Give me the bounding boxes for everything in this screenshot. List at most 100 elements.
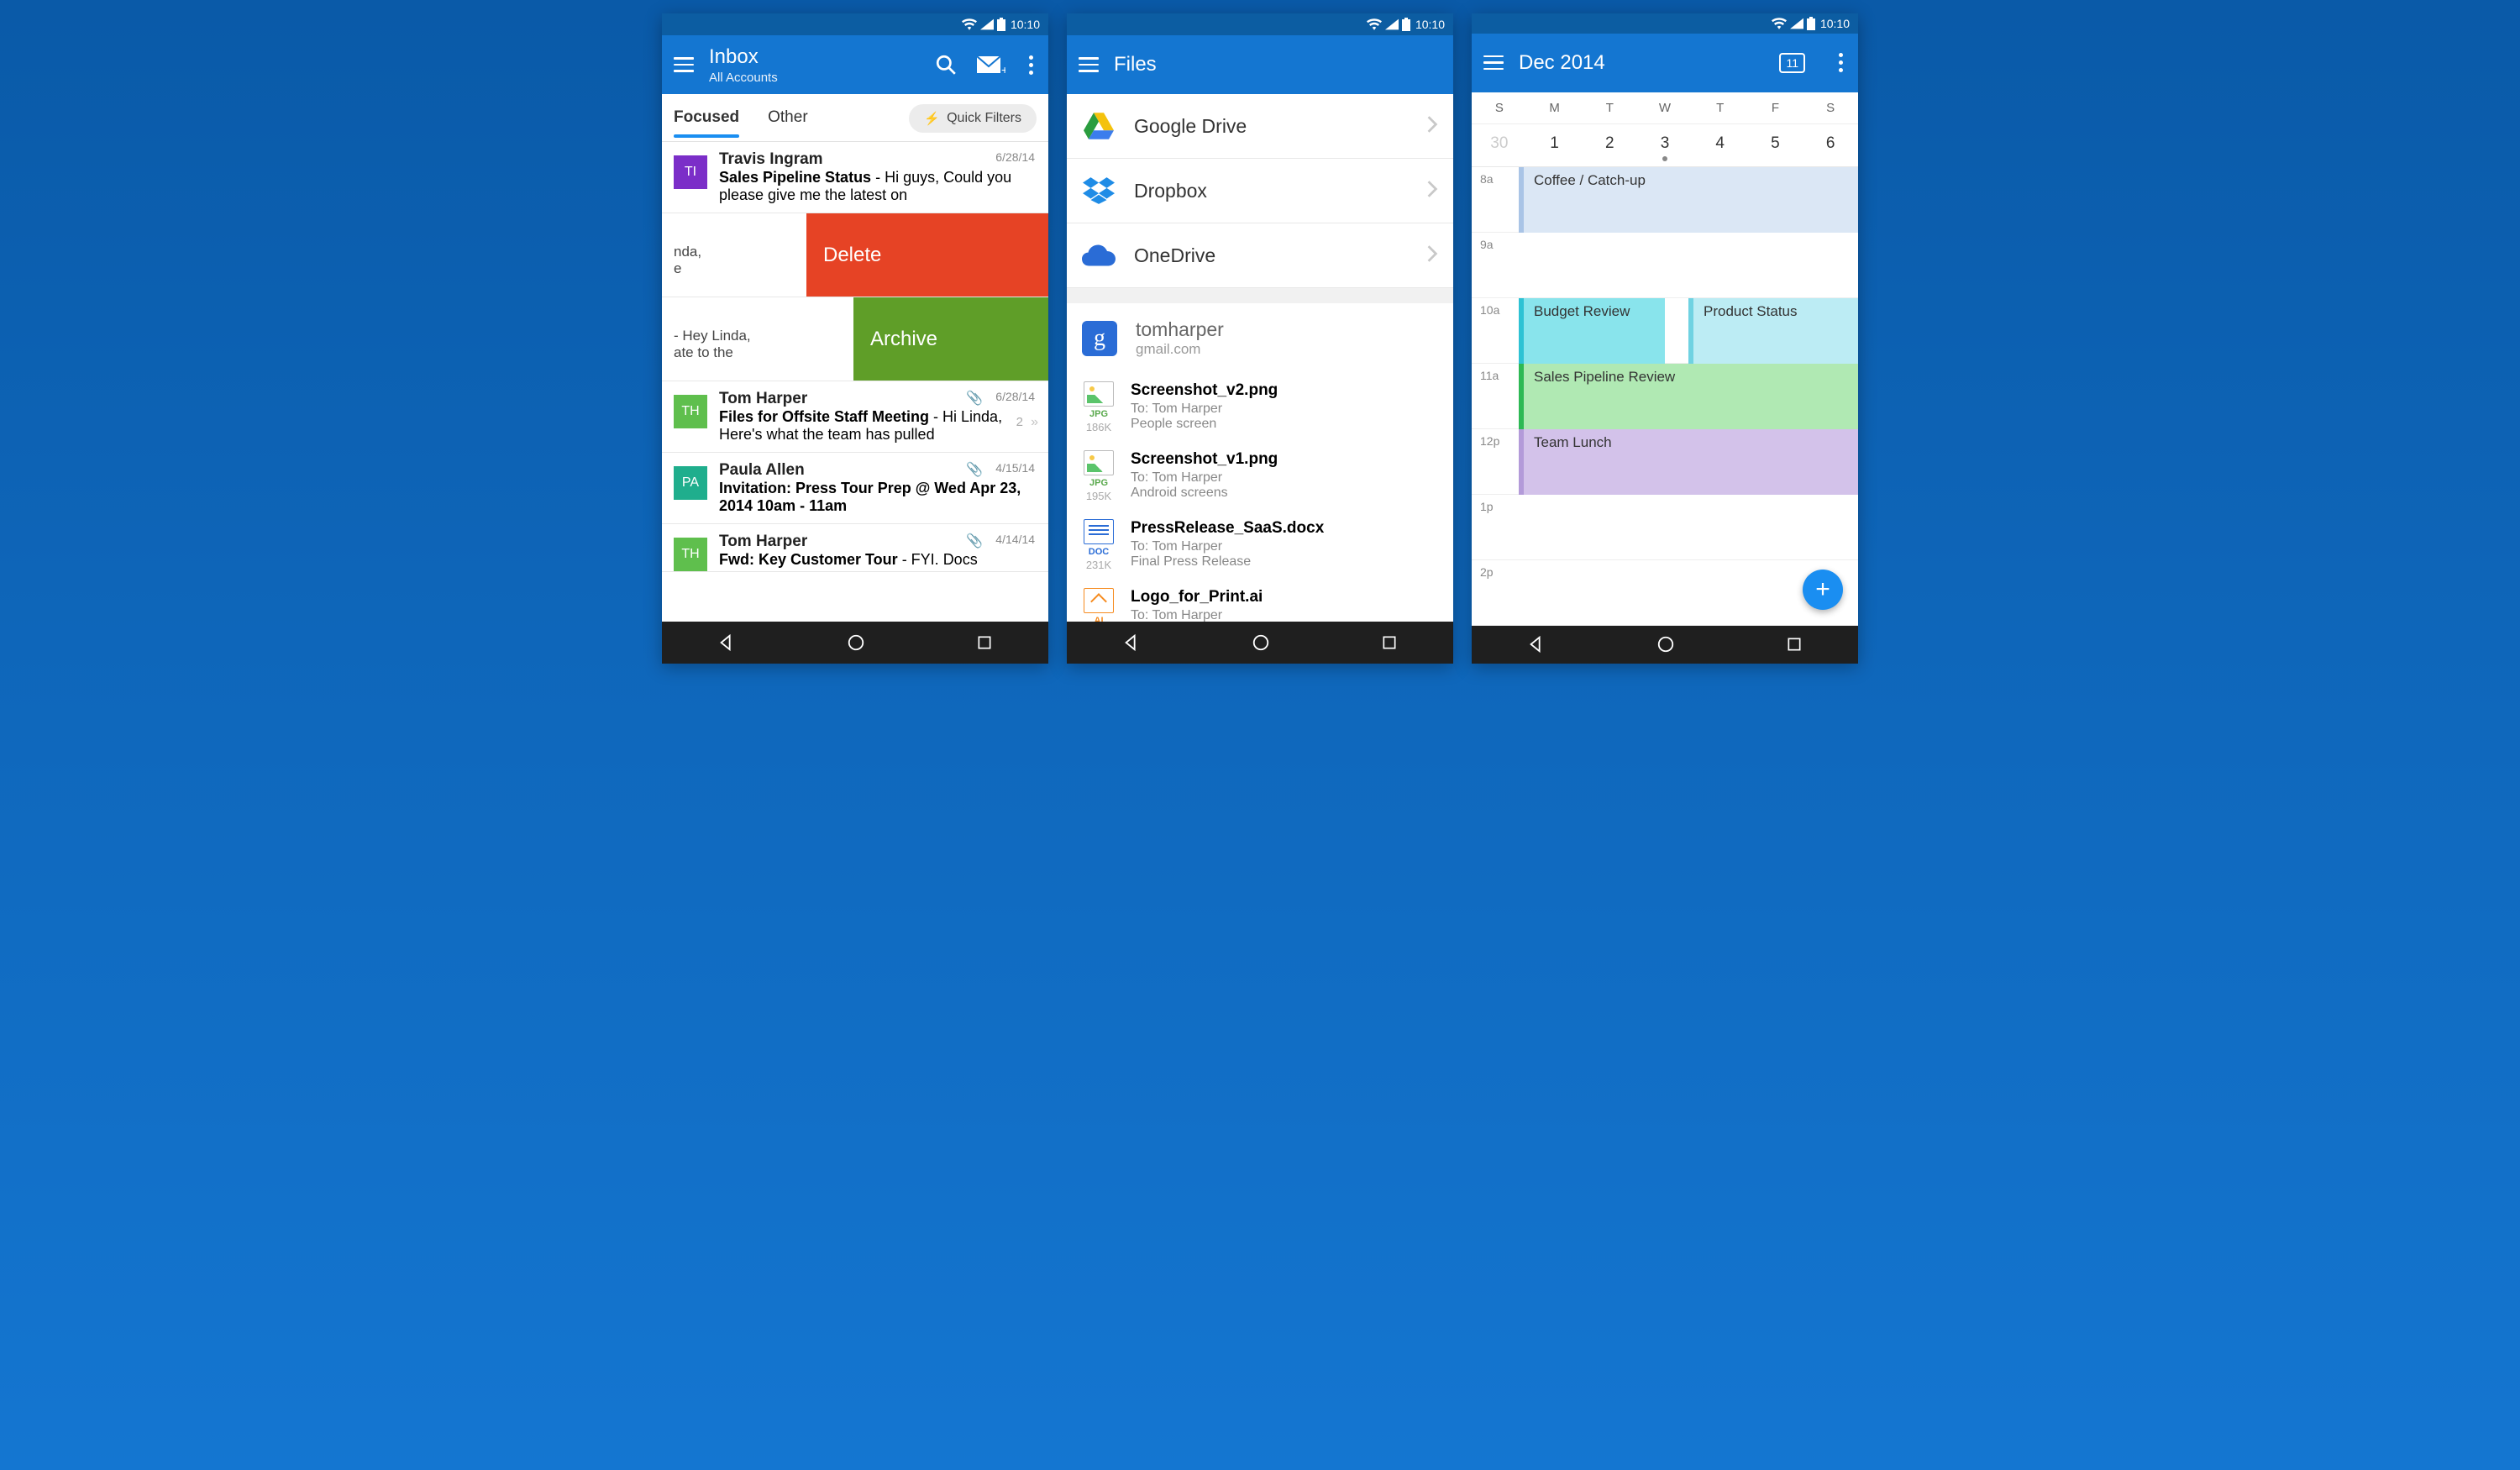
home-button[interactable] xyxy=(1252,633,1270,652)
email-date: 4/14/14 xyxy=(995,533,1035,546)
email-from: Paula Allen xyxy=(719,461,1037,480)
day-cell-selected[interactable]: 3 xyxy=(1637,134,1693,153)
search-icon[interactable] xyxy=(935,54,957,76)
email-item-swiped[interactable]: 📎6/28/14 - Hey Linda,ate to the Archive xyxy=(662,297,1048,381)
event-pipeline[interactable]: Sales Pipeline Review xyxy=(1519,364,1858,429)
email-item[interactable]: TH Tom Harper Files for Offsite Staff Me… xyxy=(662,381,1048,453)
status-bar: 10:10 xyxy=(1472,13,1858,34)
email-item[interactable]: TH Tom Harper Fwd: Key Customer Tour - F… xyxy=(662,524,1048,572)
week-row: 30 1 2 3 4 5 6 xyxy=(1472,124,1858,167)
email-date: 4/15/14 xyxy=(995,461,1035,475)
day-cell[interactable]: 5 xyxy=(1748,134,1803,153)
hour-label: 9a xyxy=(1472,233,1519,297)
email-from: Tom Harper xyxy=(719,533,1037,551)
day-cell[interactable]: 6 xyxy=(1803,134,1858,153)
file-name: PressRelease_SaaS.docx xyxy=(1131,519,1438,538)
email-preview: nda, xyxy=(674,244,701,260)
menu-button[interactable] xyxy=(1483,55,1504,71)
dropbox-icon xyxy=(1082,174,1116,207)
file-item[interactable]: JPG195K Screenshot_v1.pngTo: Tom HarperA… xyxy=(1067,442,1453,511)
quick-filters-label: Quick Filters xyxy=(947,111,1021,126)
email-subject: Files for Offsite Staff Meeting xyxy=(719,408,929,425)
android-nav-bar xyxy=(1472,626,1858,664)
email-from: Tom Harper xyxy=(719,390,1037,408)
status-bar: 10:10 xyxy=(1067,13,1453,35)
file-item[interactable]: JPG186K Screenshot_v2.pngTo: Tom HarperP… xyxy=(1067,373,1453,442)
wifi-icon xyxy=(962,18,977,30)
back-button[interactable] xyxy=(717,633,736,652)
add-event-button[interactable]: + xyxy=(1803,570,1843,610)
email-preview: - Hey Linda, xyxy=(674,328,751,344)
event-coffee[interactable]: Coffee / Catch-up xyxy=(1519,167,1858,233)
tab-focused[interactable]: Focused xyxy=(674,108,739,137)
chevron-right-icon xyxy=(1426,115,1438,138)
email-item-swiped[interactable]: 📎6/28/14 nda,e Delete xyxy=(662,213,1048,297)
day-cell[interactable]: 30 xyxy=(1472,134,1527,153)
page-title: Inbox xyxy=(709,45,920,69)
hour-label: 8a xyxy=(1472,167,1519,232)
provider-dropbox[interactable]: Dropbox xyxy=(1067,159,1453,223)
swipe-archive-action[interactable]: Archive xyxy=(853,297,1048,381)
menu-button[interactable] xyxy=(674,57,694,72)
overflow-menu-button[interactable] xyxy=(1026,52,1037,78)
swipe-delete-action[interactable]: Delete xyxy=(806,213,1048,297)
action-bar: Dec 2014 11 xyxy=(1472,34,1858,92)
recents-button[interactable] xyxy=(976,634,993,651)
day-cell[interactable]: 1 xyxy=(1527,134,1583,153)
quick-filters-button[interactable]: ⚡ Quick Filters xyxy=(909,104,1037,133)
schedule: 8a 9a 10a 11a 12p 1p 2p Coffee / Catch-u… xyxy=(1472,167,1858,626)
page-title: Dec 2014 xyxy=(1519,51,1764,75)
recents-button[interactable] xyxy=(1786,636,1803,653)
today-button[interactable]: 11 xyxy=(1779,53,1805,73)
attachment-icon: 📎 xyxy=(966,390,983,407)
calendar-screen: 10:10 Dec 2014 11 SMTWTFS 30 1 2 3 4 5 6… xyxy=(1472,13,1858,664)
home-button[interactable] xyxy=(847,633,865,652)
menu-button[interactable] xyxy=(1079,57,1099,72)
file-item[interactable]: AI Logo_for_Print.aiTo: Tom Harper xyxy=(1067,580,1453,622)
page-subtitle: All Accounts xyxy=(709,71,920,85)
action-bar: Inbox All Accounts + xyxy=(662,35,1048,94)
event-lunch[interactable]: Team Lunch xyxy=(1519,429,1858,495)
provider-google-drive[interactable]: Google Drive xyxy=(1067,94,1453,159)
email-from: Travis Ingram xyxy=(719,150,1037,169)
attachment-icon: 📎 xyxy=(966,461,983,478)
files-screen: 10:10 Files Google Drive Dropbox OneDriv… xyxy=(1067,13,1453,664)
account-domain: gmail.com xyxy=(1136,341,1224,358)
inbox-tabs: Focused Other ⚡ Quick Filters xyxy=(662,94,1048,142)
hour-label: 12p xyxy=(1472,429,1519,494)
image-file-icon xyxy=(1084,381,1114,407)
tab-other[interactable]: Other xyxy=(768,108,808,137)
hour-label: 10a xyxy=(1472,298,1519,363)
overflow-menu-button[interactable] xyxy=(1835,50,1846,76)
avatar: TH xyxy=(674,538,707,571)
event-budget[interactable]: Budget Review xyxy=(1519,298,1665,364)
day-cell[interactable]: 4 xyxy=(1693,134,1748,153)
wifi-icon xyxy=(1772,18,1787,29)
event-product[interactable]: Product Status xyxy=(1688,298,1858,364)
back-button[interactable] xyxy=(1527,635,1546,654)
day-cell[interactable]: 2 xyxy=(1582,134,1637,153)
compose-icon[interactable]: + xyxy=(977,54,1005,76)
email-item[interactable]: TI Travis Ingram Sales Pipeline Status -… xyxy=(662,142,1048,213)
google-icon: g xyxy=(1082,321,1117,356)
thread-count: 2 xyxy=(1016,415,1023,429)
lightning-icon: ⚡ xyxy=(924,111,940,126)
chevron-right-icon xyxy=(1426,244,1438,267)
chevron-right-icon xyxy=(1426,180,1438,202)
account-header[interactable]: g tomharper gmail.com xyxy=(1067,303,1453,373)
home-button[interactable] xyxy=(1656,635,1675,654)
wifi-icon xyxy=(1367,18,1382,30)
email-date: 6/28/14 xyxy=(995,390,1035,403)
provider-label: Dropbox xyxy=(1134,180,1408,202)
back-button[interactable] xyxy=(1122,633,1141,652)
provider-onedrive[interactable]: OneDrive xyxy=(1067,223,1453,288)
status-time: 10:10 xyxy=(1011,18,1040,31)
android-nav-bar xyxy=(1067,622,1453,664)
email-date: 6/28/14 xyxy=(995,150,1035,164)
recents-button[interactable] xyxy=(1381,634,1398,651)
android-nav-bar xyxy=(662,622,1048,664)
file-item[interactable]: DOC231K PressRelease_SaaS.docxTo: Tom Ha… xyxy=(1067,511,1453,580)
email-item[interactable]: PA Paula Allen Invitation: Press Tour Pr… xyxy=(662,453,1048,524)
cell-signal-icon xyxy=(980,18,994,30)
avatar: TI xyxy=(674,155,707,189)
